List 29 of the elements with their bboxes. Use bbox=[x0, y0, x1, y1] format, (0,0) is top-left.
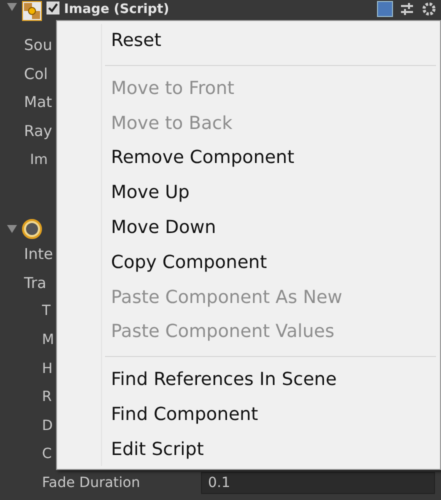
menu-item[interactable]: Find Component bbox=[57, 398, 438, 433]
property-label: D bbox=[42, 418, 53, 434]
property-label: C bbox=[42, 446, 52, 462]
property-label: M bbox=[42, 332, 54, 348]
property-label: R bbox=[42, 389, 52, 406]
menu-item[interactable]: Move Up bbox=[57, 176, 438, 211]
property-label: Ray bbox=[24, 122, 52, 140]
property-label: Col bbox=[24, 64, 48, 83]
menu-item[interactable]: Reset bbox=[57, 24, 438, 59]
preset-icon[interactable] bbox=[399, 1, 415, 17]
property-label: Fade Duration bbox=[42, 475, 140, 492]
property-label: Mat bbox=[24, 93, 52, 112]
expand-triangle-icon[interactable] bbox=[6, 1, 18, 13]
property-label: Tra bbox=[24, 274, 46, 292]
expand-triangle-icon[interactable] bbox=[6, 222, 18, 235]
menu-item[interactable]: Copy Component bbox=[57, 246, 438, 281]
menu-item[interactable]: Move Down bbox=[57, 210, 438, 246]
menu-item[interactable]: Edit Script bbox=[57, 432, 438, 468]
value-field[interactable]: 0.1 bbox=[201, 472, 435, 494]
menu-item[interactable]: Remove Component bbox=[57, 141, 438, 176]
enable-checkbox[interactable] bbox=[46, 1, 60, 15]
menu-item[interactable]: Find References In Scene bbox=[57, 363, 438, 398]
property-label: Sou bbox=[24, 36, 52, 54]
component-title: Image (Script) bbox=[64, 1, 170, 18]
property-label: T bbox=[42, 303, 51, 320]
image-icon bbox=[22, 1, 42, 21]
property-label: H bbox=[42, 360, 53, 377]
property-label: Inte bbox=[24, 245, 54, 264]
property-label: Im bbox=[30, 152, 48, 168]
